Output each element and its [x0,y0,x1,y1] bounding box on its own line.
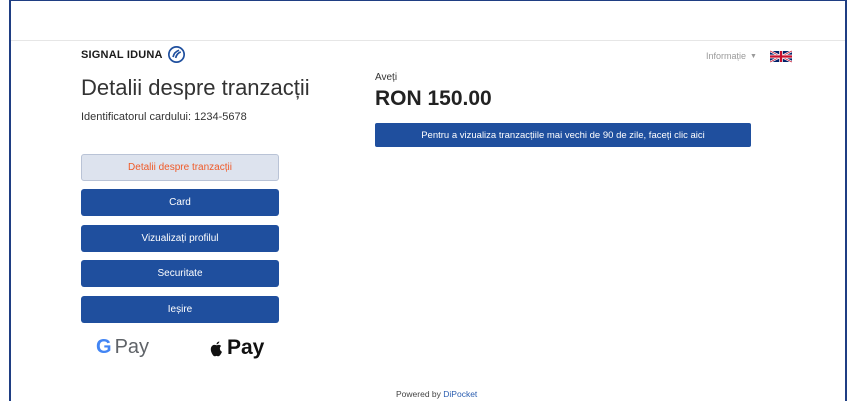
nav-card[interactable]: Card [81,189,279,216]
header: SIGNAL IDUNA Informație ▼ [11,41,845,75]
page-title: Detalii despre tranzacții [81,75,310,100]
nav-transaction-details-label: Detalii despre tranzacții [128,162,232,173]
google-pay-badge[interactable]: G Pay [96,336,149,359]
uk-flag-icon[interactable] [770,50,792,63]
brand-logo[interactable]: SIGNAL IDUNA [81,46,185,63]
older-transactions-button[interactable]: Pentru a vizualiza tranzacțiile mai vech… [375,123,751,147]
signal-iduna-logo-icon [167,46,185,63]
nav-security[interactable]: Securitate [81,260,279,287]
balance-label: Aveți [375,72,398,83]
info-dropdown[interactable]: Informație ▼ [706,51,757,61]
nav-view-profile[interactable]: Vizualizați profilul [81,225,279,252]
card-identifier: Identificatorul cardului: 1234-5678 [81,111,247,123]
nav-view-profile-label: Vizualizați profilul [141,233,219,244]
nav-card-label: Card [169,197,191,208]
nav-exit[interactable]: Ieșire [81,296,279,323]
chevron-down-icon: ▼ [750,52,757,60]
older-transactions-label: Pentru a vizualiza tranzacțiile mai vech… [421,129,705,141]
app-frame: SIGNAL IDUNA Informație ▼ Detalii despre… [9,0,847,401]
footer-powered-by: Powered by DiPocket [396,389,477,399]
payment-methods: G Pay Pay [96,336,264,359]
google-g-icon: G [96,336,112,358]
info-dropdown-label: Informație [706,51,747,61]
apple-pay-badge[interactable]: Pay [209,336,264,360]
card-id-label: Identificatorul cardului: [81,111,192,123]
balance-amount: RON 150.00 [375,87,492,110]
apple-pay-label: Pay [227,336,265,359]
top-band [11,1,845,40]
apple-icon [210,340,222,356]
nav-security-label: Securitate [157,268,203,279]
brand-name: SIGNAL IDUNA [81,48,163,61]
provider-link[interactable]: DiPocket [443,389,477,399]
nav-transaction-details[interactable]: Detalii despre tranzacții [81,154,279,181]
google-pay-label: Pay [114,336,150,358]
nav-exit-label: Ieșire [167,304,193,315]
card-id-value: 1234-5678 [194,111,247,123]
powered-by-label: Powered by [396,389,441,399]
